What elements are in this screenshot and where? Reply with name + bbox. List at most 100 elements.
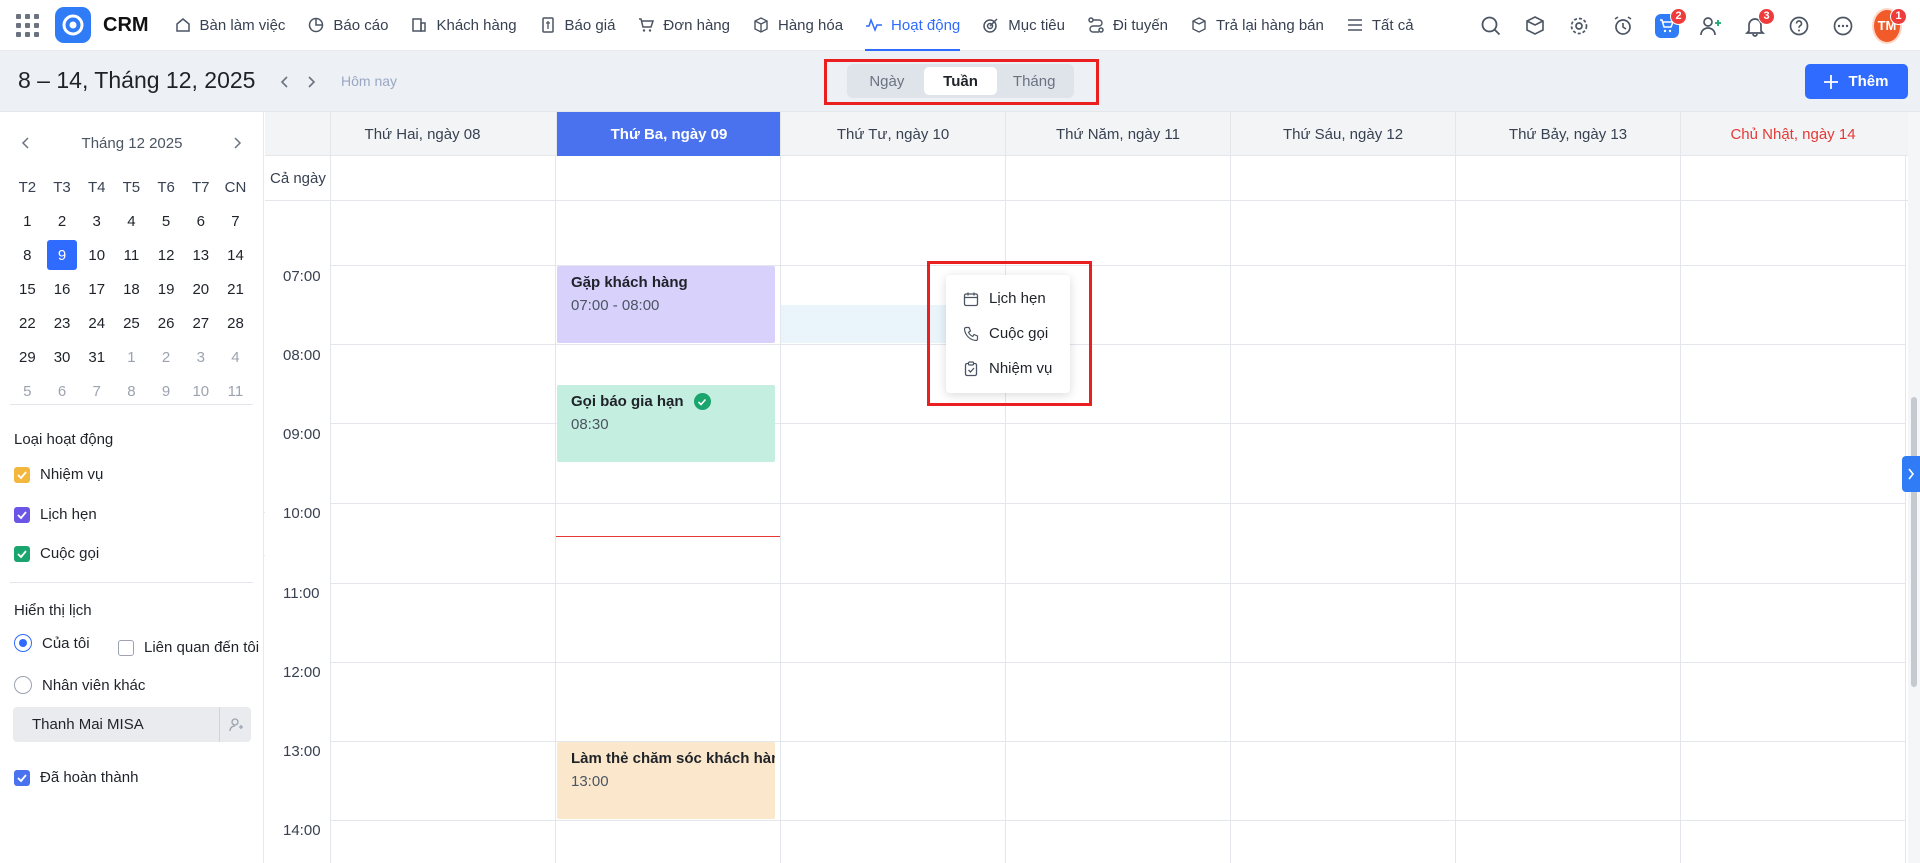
mini-calendar-day[interactable]: 21 bbox=[218, 272, 253, 306]
day-header-saturday[interactable]: Thứ Bảy, ngày 13 bbox=[1455, 112, 1680, 156]
menu-item-all[interactable]: Tất cả bbox=[1335, 0, 1425, 51]
radio-empty-icon bbox=[14, 676, 32, 694]
user-picker-icon[interactable] bbox=[219, 707, 251, 742]
mini-calendar-day[interactable]: 17 bbox=[79, 272, 114, 306]
menu-item-routes[interactable]: Đi tuyến bbox=[1076, 0, 1179, 51]
menu-item-activities[interactable]: Hoạt động bbox=[854, 0, 971, 51]
menu-item-sales-returns[interactable]: Trả lại hàng bán bbox=[1179, 0, 1335, 51]
mini-calendar-day[interactable]: 1 bbox=[114, 340, 149, 374]
user-avatar-button[interactable]: TM 1 bbox=[1872, 7, 1907, 44]
mini-calendar-day[interactable]: 7 bbox=[218, 204, 253, 238]
day-header-thursday[interactable]: Thứ Năm, ngày 11 bbox=[1005, 112, 1230, 156]
notifications-button[interactable]: 3 bbox=[1740, 7, 1775, 41]
mini-calendar-day[interactable]: 2 bbox=[45, 204, 80, 238]
day-header-sunday[interactable]: Chủ Nhật, ngày 14 bbox=[1680, 112, 1905, 156]
mini-calendar-day[interactable]: 11 bbox=[114, 238, 149, 272]
event-task[interactable]: Làm thẻ chăm sóc khách hàng 13:00 bbox=[557, 742, 775, 819]
related-checkbox[interactable]: Liên quan đến tôi bbox=[118, 639, 259, 656]
previous-week-button[interactable] bbox=[273, 70, 297, 94]
mini-calendar-day[interactable]: 7 bbox=[79, 374, 114, 408]
all-day-row[interactable]: Cả ngày bbox=[265, 156, 1920, 201]
menu-item-quotes[interactable]: Báo giá bbox=[528, 0, 627, 51]
mini-calendar-day[interactable]: 5 bbox=[10, 374, 45, 408]
day-header-wednesday[interactable]: Thứ Tư, ngày 10 bbox=[780, 112, 1005, 156]
help-icon[interactable] bbox=[1784, 11, 1814, 41]
view-week-tab[interactable]: Tuần bbox=[923, 67, 998, 95]
brand-name: CRM bbox=[103, 13, 149, 36]
package-search-icon[interactable] bbox=[1520, 11, 1550, 41]
mini-calendar-day[interactable]: 1 bbox=[10, 204, 45, 238]
mini-calendar-day[interactable]: 2 bbox=[149, 340, 184, 374]
completed-checkbox[interactable]: Đã hoàn thành bbox=[14, 769, 138, 786]
other-staff-radio[interactable]: Nhân viên khác bbox=[14, 676, 145, 694]
mini-calendar-day[interactable]: 4 bbox=[114, 204, 149, 238]
more-icon[interactable] bbox=[1828, 11, 1858, 41]
mini-calendar-day[interactable]: 30 bbox=[45, 340, 80, 374]
mini-calendar-day[interactable]: 3 bbox=[183, 340, 218, 374]
add-user-icon[interactable] bbox=[1696, 11, 1726, 41]
menu-item-orders[interactable]: Đơn hàng bbox=[626, 0, 741, 51]
menu-item-customers[interactable]: Khách hàng bbox=[399, 0, 527, 51]
menu-item-dashboard[interactable]: Bàn làm việc bbox=[163, 0, 297, 51]
search-icon[interactable] bbox=[1476, 11, 1506, 41]
mini-calendar-day[interactable]: 6 bbox=[45, 374, 80, 408]
day-header-tuesday[interactable]: Thứ Ba, ngày 09 bbox=[556, 112, 781, 156]
menu-item-task[interactable]: Nhiệm vụ bbox=[946, 351, 1070, 386]
mini-calendar-day[interactable]: 24 bbox=[79, 306, 114, 340]
mini-calendar-day[interactable]: 28 bbox=[218, 306, 253, 340]
mini-calendar-day[interactable]: 22 bbox=[10, 306, 45, 340]
mini-calendar-day[interactable]: 11 bbox=[218, 374, 253, 408]
cart-button[interactable]: 2 bbox=[1652, 7, 1687, 41]
mini-calendar-selected-day[interactable]: 9 bbox=[46, 240, 78, 270]
mini-calendar-day[interactable]: 8 bbox=[114, 374, 149, 408]
add-button[interactable]: Thêm bbox=[1805, 64, 1908, 99]
mini-calendar-day[interactable]: 16 bbox=[45, 272, 80, 306]
menu-item-products[interactable]: Hàng hóa bbox=[741, 0, 854, 51]
apps-grid-icon[interactable] bbox=[14, 12, 40, 38]
mini-calendar-day[interactable]: 3 bbox=[79, 204, 114, 238]
mini-calendar-day[interactable]: 15 bbox=[10, 272, 45, 306]
today-button[interactable]: Hôm nay bbox=[341, 73, 397, 89]
mini-calendar-day[interactable]: 20 bbox=[183, 272, 218, 306]
mini-calendar-day[interactable]: 31 bbox=[79, 340, 114, 374]
mini-calendar-day[interactable]: 23 bbox=[45, 306, 80, 340]
mini-calendar-day[interactable]: 18 bbox=[114, 272, 149, 306]
mini-calendar-day[interactable]: 10 bbox=[79, 238, 114, 272]
day-header-monday[interactable]: Thứ Hai, ngày 08 bbox=[330, 112, 514, 156]
expand-right-panel-button[interactable] bbox=[1902, 456, 1920, 492]
scrollbar-thumb[interactable] bbox=[1911, 397, 1917, 687]
mini-calendar-day[interactable]: 14 bbox=[218, 238, 253, 272]
event-meeting[interactable]: Gặp khách hàng 07:00 - 08:00 bbox=[557, 266, 775, 343]
menu-item-call[interactable]: Cuộc gọi bbox=[946, 316, 1070, 351]
filter-appointment-checkbox[interactable]: Lịch hẹn bbox=[14, 506, 97, 523]
staff-select[interactable]: Thanh Mai MISA bbox=[13, 707, 251, 742]
filter-task-checkbox[interactable]: Nhiệm vụ bbox=[14, 466, 103, 483]
next-week-button[interactable] bbox=[299, 70, 323, 94]
crm-logo[interactable] bbox=[55, 7, 91, 43]
mini-calendar-day[interactable]: 25 bbox=[114, 306, 149, 340]
mini-next-month-button[interactable] bbox=[226, 132, 248, 154]
view-day-tab[interactable]: Ngày bbox=[850, 67, 924, 95]
mini-calendar-day[interactable]: 12 bbox=[149, 238, 184, 272]
mini-calendar-day[interactable]: 19 bbox=[149, 272, 184, 306]
menu-item-reports[interactable]: Báo cáo bbox=[296, 0, 399, 51]
mini-calendar-day[interactable]: 29 bbox=[10, 340, 45, 374]
filter-call-checkbox[interactable]: Cuộc gọi bbox=[14, 545, 99, 562]
mini-calendar-day[interactable]: 8 bbox=[10, 238, 45, 272]
mine-radio[interactable]: Của tôi bbox=[14, 634, 90, 652]
menu-item-goals[interactable]: Mục tiêu bbox=[971, 0, 1076, 51]
gear-icon[interactable] bbox=[1564, 11, 1594, 41]
mini-calendar-day[interactable]: 27 bbox=[183, 306, 218, 340]
mini-calendar-day[interactable]: 13 bbox=[183, 238, 218, 272]
mini-calendar-day[interactable]: 5 bbox=[149, 204, 184, 238]
view-month-tab[interactable]: Tháng bbox=[997, 67, 1071, 95]
event-call[interactable]: Gọi báo gia hạn 08:30 bbox=[557, 385, 775, 462]
mini-calendar-day[interactable]: 6 bbox=[183, 204, 218, 238]
alarm-clock-icon[interactable] bbox=[1608, 11, 1638, 41]
mini-calendar-day[interactable]: 4 bbox=[218, 340, 253, 374]
menu-item-appointment[interactable]: Lịch hẹn bbox=[946, 281, 1070, 316]
mini-calendar-day[interactable]: 9 bbox=[149, 374, 184, 408]
mini-calendar-day[interactable]: 10 bbox=[183, 374, 218, 408]
day-header-friday[interactable]: Thứ Sáu, ngày 12 bbox=[1230, 112, 1455, 156]
mini-calendar-day[interactable]: 26 bbox=[149, 306, 184, 340]
